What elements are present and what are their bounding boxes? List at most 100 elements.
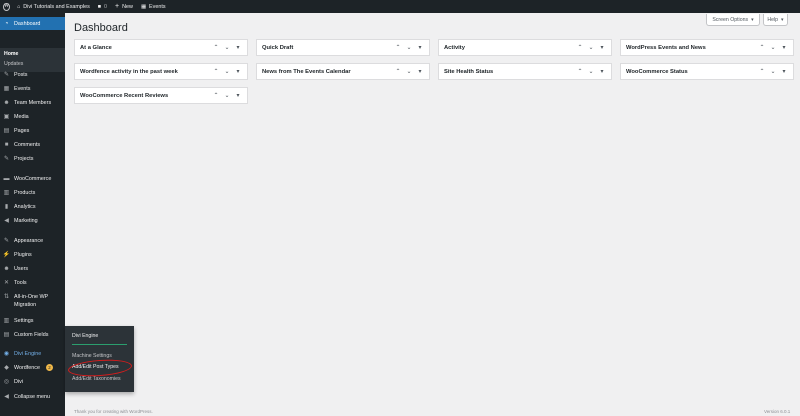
move-down-icon[interactable]: ⌄ — [224, 44, 230, 51]
new-content-link[interactable]: + New — [111, 0, 137, 13]
collapse-menu-button[interactable]: ◀ Collapse menu — [0, 393, 65, 401]
move-up-icon[interactable]: ⌃ — [213, 44, 219, 51]
sidebar-item-tools[interactable]: ✕ Tools — [0, 279, 65, 287]
sidebar-item-divi[interactable]: ◎ Divi — [0, 378, 65, 386]
wrench-icon: ✕ — [3, 280, 10, 286]
move-down-icon[interactable]: ⌄ — [406, 44, 412, 51]
toggle-panel-icon[interactable]: ▾ — [417, 68, 423, 75]
sidebar-item-marketing[interactable]: ◀ Marketing — [0, 217, 65, 225]
move-down-icon[interactable]: ⌄ — [406, 68, 412, 75]
widget-at-a-glance: At a Glance ⌃ ⌄ ▾ — [74, 39, 248, 56]
dashboard-submenu: Home Updates — [0, 48, 65, 72]
sidebar-item-label: Divi — [14, 378, 23, 385]
sidebar-item-woocommerce[interactable]: ▬ WooCommerce — [0, 175, 65, 182]
sidebar-item-label: Wordfence — [14, 364, 40, 371]
site-name-link[interactable]: ⌂ Divi Tutorials and Examples — [13, 0, 94, 13]
toggle-panel-icon[interactable]: ▾ — [599, 68, 605, 75]
widget-woocommerce-recent-reviews: WooCommerce Recent Reviews ⌃ ⌄ ▾ — [74, 87, 248, 104]
toggle-panel-icon[interactable]: ▾ — [781, 68, 787, 75]
wordpress-logo-icon: W — [3, 2, 10, 11]
toggle-panel-icon[interactable]: ▾ — [781, 44, 787, 51]
toggle-panel-icon[interactable]: ▾ — [599, 44, 605, 51]
move-up-icon[interactable]: ⌃ — [759, 68, 765, 75]
help-label: Help — [767, 16, 779, 23]
screen-options-button[interactable]: Screen Options ▾ — [706, 14, 760, 26]
move-up-icon[interactable]: ⌃ — [577, 44, 583, 51]
sidebar-item-label: Custom Fields — [14, 331, 49, 338]
all-in-one-line-2: Migration — [14, 302, 37, 308]
widget-wordpress-events-news: WordPress Events and News ⌃ ⌄ ▾ — [620, 39, 794, 56]
caret-down-icon: ▾ — [751, 16, 754, 23]
migration-icon: ⇅ — [3, 294, 10, 300]
sidebar-item-label: Events — [14, 85, 31, 92]
move-up-icon[interactable]: ⌃ — [395, 68, 401, 75]
submenu-home[interactable]: Home — [4, 51, 18, 57]
sidebar-item-all-in-one-wp-migration[interactable]: ⇅ All-in-One WP Migration — [0, 293, 65, 309]
admin-sidebar: ◔ Dashboard Home Updates ✎ Posts ▦ Events … — [0, 13, 65, 416]
move-up-icon[interactable]: ⌃ — [213, 68, 219, 75]
sidebar-item-label: Marketing — [14, 217, 38, 224]
sidebar-item-comments[interactable]: ■ Comments — [0, 141, 65, 148]
widget-title: WooCommerce Recent Reviews — [80, 92, 169, 99]
move-up-icon[interactable]: ⌃ — [577, 68, 583, 75]
comment-icon: ■ — [97, 3, 102, 10]
comments-link[interactable]: ■ 0 — [94, 0, 111, 13]
move-down-icon[interactable]: ⌄ — [770, 44, 776, 51]
sidebar-item-products[interactable]: ▥ Products — [0, 189, 65, 197]
comments-count: 0 — [104, 3, 108, 10]
sidebar-item-dashboard[interactable]: ◔ Dashboard — [0, 17, 65, 30]
sidebar-item-posts[interactable]: ✎ Posts — [0, 71, 65, 79]
move-up-icon[interactable]: ⌃ — [759, 44, 765, 51]
events-link[interactable]: ▦ Events — [137, 0, 170, 13]
move-down-icon[interactable]: ⌄ — [770, 68, 776, 75]
submenu-updates[interactable]: Updates — [4, 61, 23, 67]
footer-version: Version 6.0.1 — [764, 409, 791, 414]
sidebar-item-label: Plugins — [14, 251, 32, 258]
wordfence-count-badge: 2 — [45, 364, 53, 371]
settings-icon: ▥ — [3, 318, 10, 324]
sidebar-item-analytics[interactable]: ▮ Analytics — [0, 203, 65, 211]
widget-activity: Activity ⌃ ⌄ ▾ — [438, 39, 612, 56]
sidebar-item-plugins[interactable]: ⚡ Plugins — [0, 251, 65, 259]
help-button[interactable]: Help ▾ — [763, 14, 788, 26]
sidebar-item-events[interactable]: ▦ Events — [0, 85, 65, 93]
sidebar-item-wordfence[interactable]: ◆ Wordfence 2 — [0, 364, 65, 371]
sidebar-item-label: Collapse menu — [14, 393, 50, 400]
sidebar-item-pages[interactable]: ▤ Pages — [0, 127, 65, 135]
move-down-icon[interactable]: ⌄ — [588, 68, 594, 75]
move-down-icon[interactable]: ⌄ — [588, 44, 594, 51]
move-down-icon[interactable]: ⌄ — [224, 68, 230, 75]
toggle-panel-icon[interactable]: ▾ — [235, 44, 241, 51]
wordpress-logo-button[interactable]: W — [0, 0, 13, 13]
toggle-panel-icon[interactable]: ▾ — [235, 92, 241, 99]
admin-bar: W ⌂ Divi Tutorials and Examples ■ 0 + Ne… — [0, 0, 800, 13]
people-icon: ☻ — [3, 99, 10, 106]
sidebar-item-team-members[interactable]: ☻ Team Members — [0, 99, 65, 106]
sidebar-item-label: Comments — [14, 141, 41, 148]
sidebar-item-appearance[interactable]: ✎ Appearance — [0, 237, 65, 245]
move-down-icon[interactable]: ⌄ — [224, 92, 230, 99]
sidebar-item-label: Posts — [14, 71, 28, 78]
widget-site-health-status: Site Health Status ⌃ ⌄ ▾ — [438, 63, 612, 80]
caret-down-icon: ▾ — [781, 16, 784, 23]
sidebar-item-label: Dashboard — [14, 20, 41, 27]
sidebar-item-media[interactable]: ▣ Media — [0, 113, 65, 121]
collapse-icon: ◀ — [4, 394, 9, 400]
toggle-panel-icon[interactable]: ▾ — [417, 44, 423, 51]
sidebar-item-label: Projects — [14, 155, 34, 162]
sidebar-item-label: Tools — [14, 279, 27, 286]
sidebar-item-users[interactable]: ☻ Users — [0, 265, 65, 272]
toggle-panel-icon[interactable]: ▾ — [235, 68, 241, 75]
sidebar-item-custom-fields[interactable]: ▤ Custom Fields — [0, 331, 65, 339]
chart-icon: ▮ — [4, 204, 9, 210]
widget-woocommerce-status: WooCommerce Status ⌃ ⌄ ▾ — [620, 63, 794, 80]
sidebar-item-projects[interactable]: ✎ Projects — [0, 155, 65, 163]
move-up-icon[interactable]: ⌃ — [213, 92, 219, 99]
widget-quick-draft: Quick Draft ⌃ ⌄ ▾ — [256, 39, 430, 56]
sidebar-item-settings[interactable]: ▥ Settings — [0, 317, 65, 325]
sidebar-item-divi-engine[interactable]: ◉ Divi Engine — [0, 350, 65, 358]
plus-icon: + — [115, 3, 120, 10]
calendar-icon: ▦ — [140, 3, 147, 10]
plugin-icon: ⚡ — [2, 252, 11, 258]
move-up-icon[interactable]: ⌃ — [395, 44, 401, 51]
